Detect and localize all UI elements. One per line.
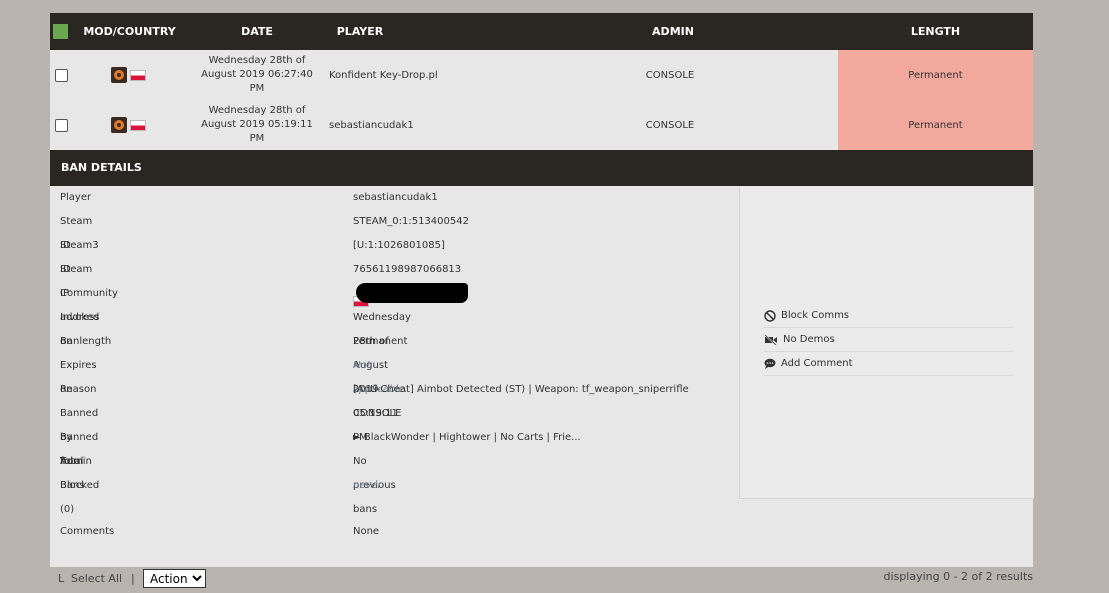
mod-country-cell	[111, 100, 146, 150]
table-header: MOD/COUNTRY DATE PLAYER ADMIN LENGTH	[50, 13, 1033, 50]
detail-label: Reason	[60, 384, 97, 395]
header-date[interactable]: DATE	[194, 13, 320, 50]
results-count: displaying 0 - 2 of 2 results	[883, 570, 1033, 583]
action-label: No Demos	[783, 334, 835, 345]
admin-name: CONSOLE	[645, 69, 695, 81]
select-all-checkbox-header[interactable]	[53, 24, 68, 39]
detail-label: Comments	[60, 526, 115, 537]
mod-country-cell	[111, 50, 146, 100]
banned-from-expander[interactable]: ► BlackWonder | Hightower | No Carts | F…	[353, 426, 581, 450]
date-cell: Wednesday 28th of August 2019 06:27:40 P…	[194, 50, 320, 100]
detail-value: [Anti-Cheat] Aimbot Detected (ST) | Weap…	[353, 384, 689, 395]
date-line: August 2019 05:19:11	[201, 119, 313, 130]
row-checkbox[interactable]	[55, 68, 68, 82]
action-label: Add Comment	[781, 358, 853, 369]
block-comms-action[interactable]: Block Comms	[764, 304, 1014, 328]
date-line: Wednesday 28th of	[208, 105, 306, 116]
block-icon	[764, 309, 776, 322]
select-all-link[interactable]: Select All	[71, 572, 122, 585]
row-checkbox-cell	[55, 100, 68, 150]
comment-icon	[764, 358, 776, 369]
ip-redaction-mark	[356, 283, 468, 303]
detail-value: [U:1:1026801085]	[353, 240, 445, 251]
no-demos-action[interactable]: No Demos	[764, 328, 1014, 352]
player-name: Konfident Key-Drop.pl	[329, 69, 438, 81]
ban-length: Permanent	[838, 100, 1033, 150]
footer-separator: |	[131, 572, 135, 585]
header-player[interactable]: PLAYER	[335, 13, 385, 50]
header-mod-country[interactable]: MOD/COUNTRY	[72, 13, 187, 50]
ban-actions-panel: Block Comms No Demos Add Comment	[739, 186, 1034, 499]
detail-value: None	[353, 526, 380, 537]
poland-flag-icon	[130, 69, 146, 81]
poland-flag-icon	[130, 119, 146, 131]
bans-table: MOD/COUNTRY DATE PLAYER ADMIN LENGTH Wed…	[50, 13, 1034, 567]
table-row[interactable]: Wednesday 28th of August 2019 05:19:11 P…	[50, 100, 1033, 150]
detail-value: STEAM_0:1:513400542	[353, 216, 469, 227]
no-video-icon	[764, 333, 777, 346]
date-line: PM	[249, 83, 265, 94]
table-footer: L Select All | Action displaying 0 - 2 o…	[50, 567, 1033, 593]
detail-value: Permanent	[353, 336, 408, 347]
select-all-prefix: L	[58, 572, 65, 585]
row-checkbox-cell	[55, 50, 68, 100]
detail-value: never	[353, 480, 382, 491]
detail-label: Banlength	[60, 336, 112, 347]
date-line: August 2019 06:27:40	[201, 69, 313, 80]
action-label: Block Comms	[781, 310, 850, 321]
action-select[interactable]: Action	[143, 569, 206, 588]
tf2-game-icon	[111, 67, 127, 83]
header-admin[interactable]: ADMIN	[620, 13, 726, 50]
steam-community-link[interactable]: 76561198987066813	[353, 258, 461, 282]
detail-label: Blocked (0)	[60, 480, 100, 515]
ban-details-header: BAN DETAILS	[50, 150, 1033, 186]
detail-label: Player	[60, 192, 92, 203]
date-cell: Wednesday 28th of August 2019 05:19:11 P…	[194, 100, 320, 150]
row-checkbox[interactable]	[55, 118, 68, 132]
detail-value: sebastiancudak1	[353, 192, 438, 203]
tf2-game-icon	[111, 117, 127, 133]
add-comment-action[interactable]: Add Comment	[764, 352, 1014, 376]
admin-name: CONSOLE	[645, 119, 695, 131]
ban-length: Permanent	[838, 50, 1033, 100]
date-line: Wednesday 28th of	[208, 55, 306, 66]
player-name: sebastiancudak1	[329, 119, 414, 131]
table-row[interactable]: Wednesday 28th of August 2019 06:27:40 P…	[50, 50, 1033, 100]
ban-details-panel: Player sebastiancudak1 Steam ID STEAM_0:…	[50, 186, 1034, 567]
date-line: PM	[249, 133, 265, 144]
detail-value: CONSOLE	[353, 408, 402, 419]
header-length[interactable]: LENGTH	[838, 13, 1033, 50]
